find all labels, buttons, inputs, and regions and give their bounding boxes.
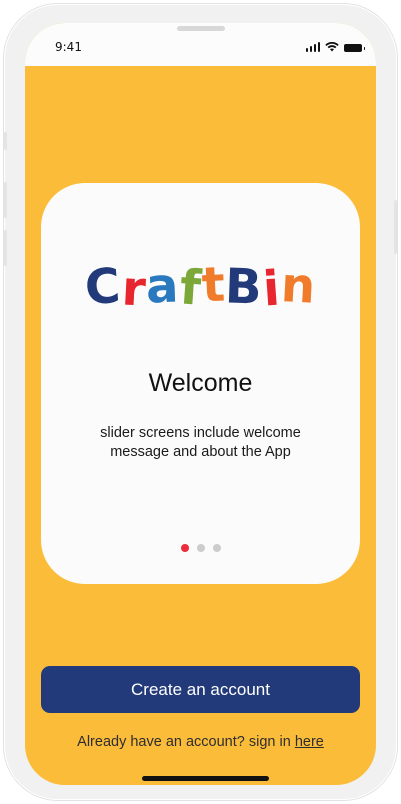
home-indicator bbox=[142, 776, 269, 781]
onboarding-card: CraftBin Welcome slider screens include … bbox=[41, 183, 360, 584]
status-icons bbox=[305, 42, 365, 52]
app-screen: 9:41 CraftBin Welcome slider screens inc… bbox=[25, 23, 376, 785]
create-account-button[interactable]: Create an account bbox=[41, 666, 360, 713]
welcome-description: slider screens include welcome message a… bbox=[100, 425, 301, 460]
signin-prompt-text: Already have an account? sign in bbox=[77, 734, 291, 750]
logo-letter: r bbox=[119, 260, 148, 318]
volume-up-button bbox=[4, 182, 7, 218]
battery-icon bbox=[344, 44, 365, 52]
signin-prompt: Already have an account? sign in here bbox=[25, 734, 376, 750]
wifi-icon bbox=[325, 42, 339, 52]
logo-letter: a bbox=[145, 257, 181, 315]
signal-icon bbox=[305, 42, 320, 52]
speaker-notch bbox=[177, 26, 225, 31]
volume-down-button bbox=[4, 230, 7, 266]
logo-letter: t bbox=[199, 256, 227, 314]
pager-dot[interactable] bbox=[180, 544, 189, 552]
pager-dot[interactable] bbox=[212, 544, 221, 552]
logo-letter: B bbox=[224, 258, 265, 316]
phone-frame: 9:41 CraftBin Welcome slider screens inc… bbox=[4, 4, 397, 800]
power-button bbox=[394, 200, 397, 254]
slider-pager bbox=[41, 544, 360, 552]
craftbin-logo: CraftBin bbox=[41, 256, 360, 318]
logo-letter: n bbox=[279, 257, 318, 315]
signin-here-link[interactable]: here bbox=[295, 734, 324, 750]
logo-letter: f bbox=[177, 259, 204, 317]
welcome-title: Welcome bbox=[148, 369, 253, 397]
silent-switch bbox=[4, 132, 7, 150]
pager-dot[interactable] bbox=[196, 544, 205, 552]
status-bar: 9:41 bbox=[25, 23, 376, 66]
logo-letter: C bbox=[83, 257, 124, 317]
status-time: 9:41 bbox=[55, 40, 82, 54]
